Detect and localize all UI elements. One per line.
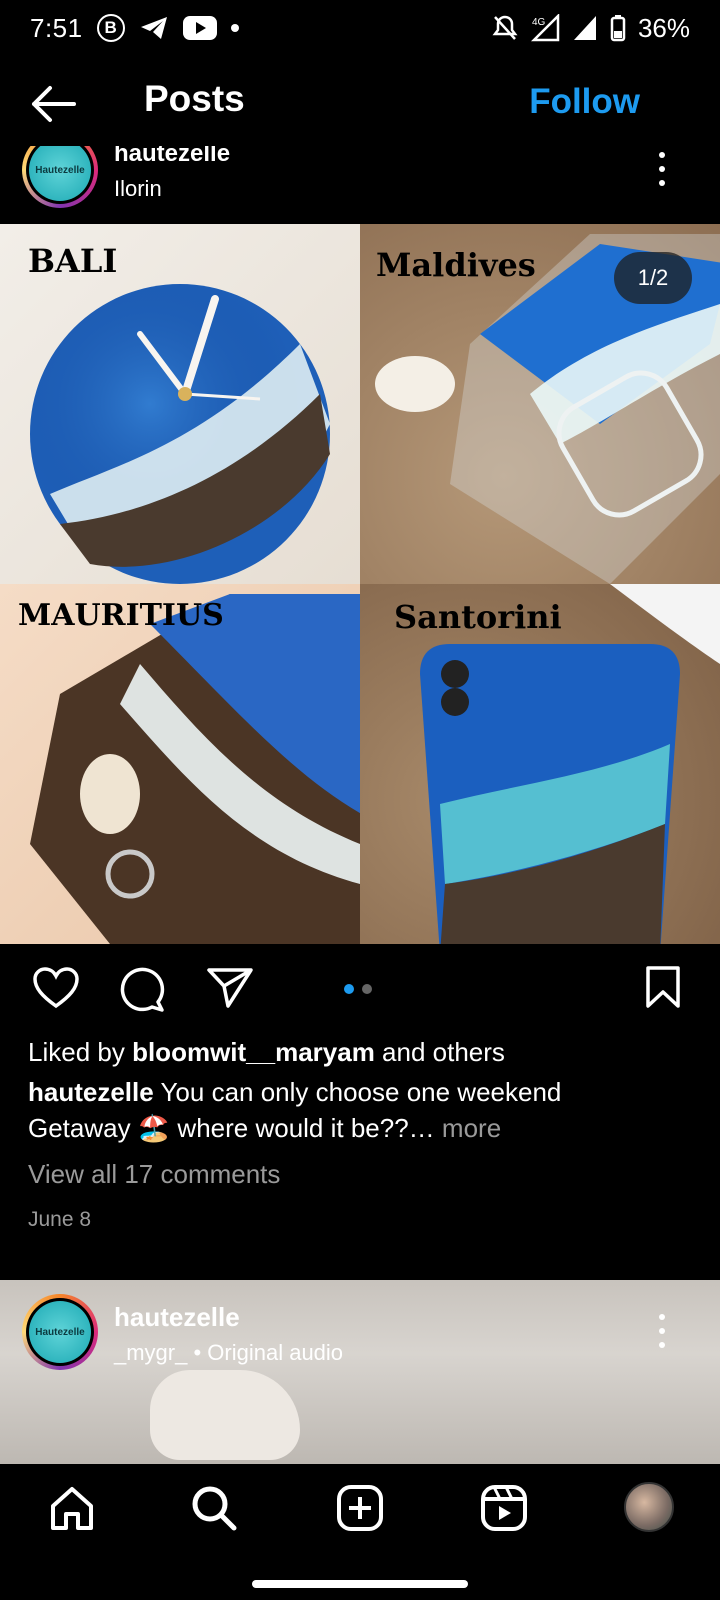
avatar[interactable]: Hautezelle [22,1294,98,1370]
post-header: Hautezelle hautezelle Ilorin [0,146,720,224]
b-circle-icon: B [96,14,125,42]
signal-4g-icon: 4G [530,14,560,42]
battery-percent: 36% [637,12,690,43]
notification-dot-icon [230,24,239,32]
tile-label: Santorini [394,598,562,636]
youtube-icon [182,16,217,40]
pager-dot-active [344,984,354,994]
next-post-preview[interactable]: Hautezelle hautezelle _mygr_ • Original … [0,1280,720,1464]
image-tile-mauritius: MAURITIUS [0,584,360,944]
like-heart-icon[interactable] [32,966,80,1010]
carousel-pager [344,984,372,994]
tile-label: Maldives [376,246,536,284]
bottom-navigation [0,1464,720,1600]
home-icon[interactable] [48,1484,96,1532]
original-audio-link[interactable]: _mygr_ • Original audio [114,1340,343,1366]
follow-button[interactable]: Follow [529,82,640,122]
post-date: June 8 [28,1208,92,1231]
liked-by-user[interactable]: bloomwit__maryam [132,1037,375,1067]
likes-suffix: and others [374,1037,505,1067]
search-icon[interactable] [190,1484,238,1532]
share-send-icon[interactable] [206,966,254,1010]
caption-more-link[interactable]: more [435,1113,501,1143]
post-username[interactable]: hautezelle [114,1302,240,1333]
image-tile-santorini: Santorini [360,584,720,944]
svg-text:4G: 4G [532,17,546,28]
create-post-icon[interactable] [336,1484,384,1532]
pager-dot [362,984,372,994]
post-username[interactable]: hautezelle [114,146,230,168]
avatar-logo: Hautezelle [29,1301,91,1363]
mute-icon [492,15,518,40]
tile-label: MAURITIUS [18,598,224,633]
post-location[interactable]: Ilorin [114,176,162,202]
image-tile-maldives: Maldives 1/2 [360,224,720,584]
status-time: 7:51 [30,12,83,43]
battery-icon [610,15,626,42]
view-comments-link[interactable]: View all 17 comments [28,1156,280,1192]
page-title: Posts [144,78,245,119]
post-actions-bar [0,944,720,1034]
caption-username[interactable]: hautezelle [28,1077,154,1107]
comment-icon[interactable] [118,966,166,1012]
tile-label: BALI [28,242,118,280]
image-counter: 1/2 [614,252,692,304]
video-frame [150,1370,300,1460]
avatar-logo: Hautezelle [29,146,91,201]
back-arrow-icon[interactable] [30,84,78,124]
telegram-icon [140,17,167,39]
more-options-icon[interactable] [657,152,667,186]
more-options-icon[interactable] [657,1314,667,1348]
likes-prefix: Liked by [28,1037,133,1067]
post-image-carousel[interactable]: BALI Maldives 1/2 MAURITIUS Santorini [0,224,720,944]
likes-line[interactable]: Liked by bloomwit__maryam and others [28,1034,505,1070]
gesture-home-bar[interactable] [252,1580,468,1588]
image-tile-bali: BALI [0,224,360,584]
reels-icon[interactable] [480,1484,528,1532]
top-header: Posts Follow [0,62,720,146]
phone-case-illustration-2 [420,584,720,944]
save-bookmark-icon[interactable] [644,964,682,1010]
post-caption: hautezelle You can only choose one weeke… [28,1074,668,1146]
signal-icon [573,16,596,40]
status-bar: 7:51 B 4G 36% [0,0,720,56]
resin-notebook-illustration [30,594,360,944]
profile-avatar[interactable] [624,1482,674,1532]
avatar[interactable]: Hautezelle [22,146,98,208]
